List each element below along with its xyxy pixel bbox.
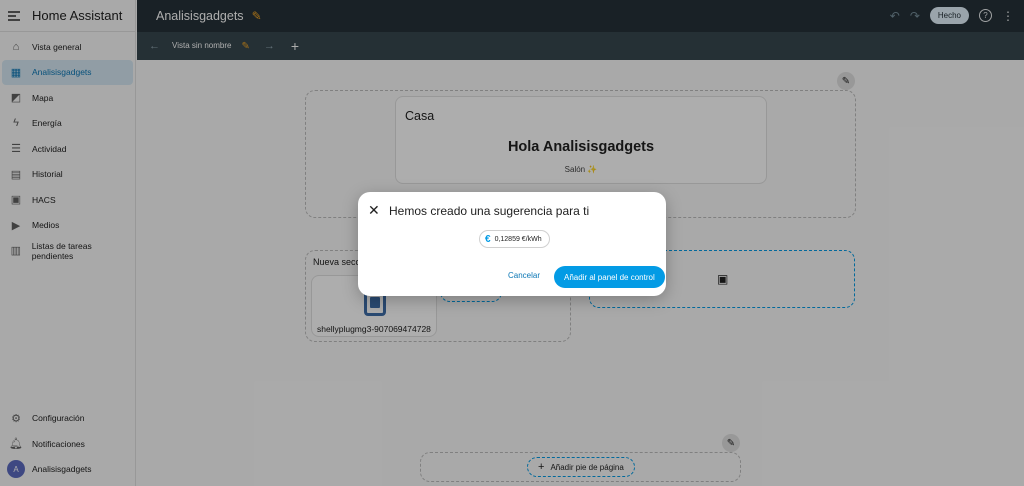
cancel-button[interactable]: Cancelar xyxy=(508,271,540,280)
dialog-title: Hemos creado una sugerencia para ti xyxy=(389,204,590,218)
suggestion-chip: € 0,12859 €/kWh xyxy=(479,230,550,248)
chip-value: 0,12859 €/kWh xyxy=(494,235,542,243)
close-icon[interactable]: ✕ xyxy=(368,202,380,219)
add-to-dashboard-button[interactable]: Añadir al panel de control xyxy=(554,266,665,288)
euro-icon: € xyxy=(485,233,491,245)
suggestion-dialog: ✕ Hemos creado una sugerencia para ti € … xyxy=(358,192,666,296)
